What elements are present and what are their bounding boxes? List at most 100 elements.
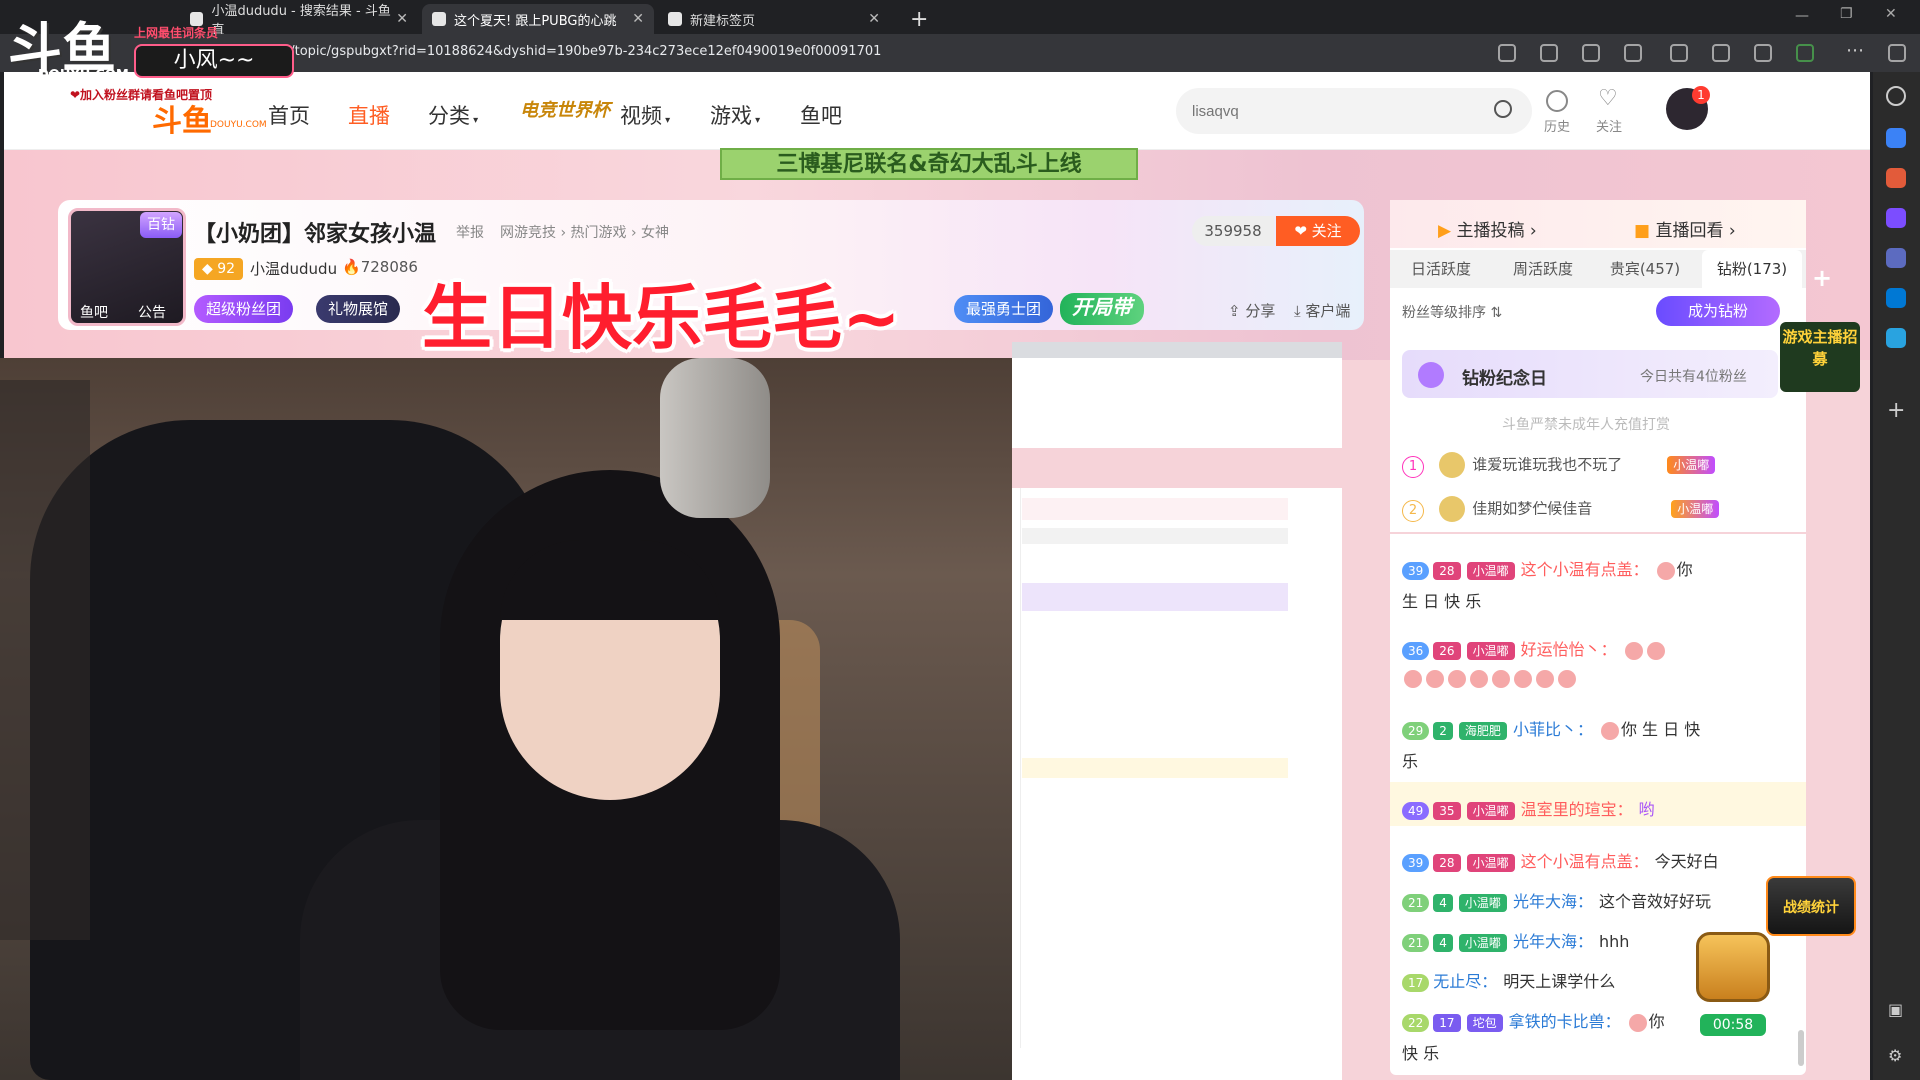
- settings-gear-icon[interactable]: ⚙: [1888, 1046, 1902, 1065]
- notice-link[interactable]: 公告: [138, 302, 166, 322]
- app-icon[interactable]: [1582, 44, 1600, 62]
- promo-banner[interactable]: 三博基尼联名&奇幻大乱斗上线: [720, 148, 1138, 180]
- close-icon[interactable]: ✕: [868, 11, 880, 27]
- expand-plus-icon[interactable]: +: [1812, 264, 1832, 292]
- read-aloud-icon[interactable]: [1540, 44, 1558, 62]
- copilot-icon[interactable]: [1886, 248, 1906, 268]
- crown-icon: [1439, 496, 1466, 522]
- overlay-top-text: 上网最佳词条员: [134, 26, 219, 40]
- browser-tab-pubg[interactable]: 这个夏天! 跟上PUBG的心跳 ✕: [422, 4, 654, 34]
- notification-badge: 1: [1692, 86, 1710, 104]
- collections-icon[interactable]: [1754, 44, 1772, 62]
- chat-message[interactable]: 17 无止尽： 明天上课学什么: [1402, 968, 1615, 992]
- browser-tab-newtab[interactable]: 新建标签页 ✕: [658, 4, 890, 34]
- tab-diamond-fans[interactable]: 钻粉(173): [1702, 250, 1802, 288]
- send-icon[interactable]: [1886, 328, 1906, 348]
- nav-home[interactable]: 首页: [268, 100, 310, 130]
- close-icon[interactable]: ✕: [632, 11, 644, 27]
- share-button[interactable]: ⇪ 分享: [1228, 300, 1275, 321]
- chat-message[interactable]: 39 28 小温嘟 这个小温有点盖：你: [1402, 556, 1693, 580]
- fan-level-sort[interactable]: 粉丝等级排序 ⇅: [1402, 302, 1502, 322]
- minimize-icon[interactable]: —: [1795, 8, 1809, 24]
- nav-fishbar[interactable]: 鱼吧: [800, 100, 842, 130]
- play-icon: ▶: [1438, 221, 1457, 241]
- live-replay-link[interactable]: ■ 直播回看 ›: [1634, 216, 1736, 241]
- nav-category[interactable]: 分类 ▾: [428, 100, 478, 130]
- become-diamond-fan-button[interactable]: 成为钻粉: [1656, 296, 1780, 326]
- super-fan-group-button[interactable]: 超级粉丝团: [194, 295, 294, 323]
- start-carry-badge[interactable]: 开局带: [1060, 293, 1144, 325]
- more-menu-icon[interactable]: ⋯: [1846, 40, 1864, 61]
- tag-icon[interactable]: [1886, 128, 1906, 148]
- streamer-name[interactable]: 小温dududu: [250, 258, 337, 279]
- warrior-team-button[interactable]: 最强勇士团: [954, 295, 1054, 323]
- fishbar-link[interactable]: 鱼吧: [80, 302, 108, 322]
- chat-scrollbar[interactable]: [1798, 1030, 1804, 1066]
- screenshot-icon[interactable]: ▣: [1888, 1000, 1903, 1019]
- nav-games[interactable]: 游戏 ▾: [710, 100, 760, 130]
- mirror-tabbar: [1012, 342, 1342, 358]
- tab-weekly-activity[interactable]: 周活跃度: [1498, 250, 1588, 288]
- favorite-star-icon[interactable]: [1624, 44, 1642, 62]
- url-field[interactable]: n/topic/gspubgxt?rid=10188624&dyshid=190…: [282, 44, 881, 59]
- viewer-count: 359958: [1192, 216, 1274, 246]
- nav-live[interactable]: 直播: [348, 100, 390, 130]
- window-close-icon[interactable]: ✕: [1885, 6, 1897, 22]
- anniversary-title: 钻粉纪念日: [1462, 369, 1547, 389]
- crown-icon: [1439, 452, 1466, 478]
- chat-emotes: [1402, 668, 1578, 688]
- video-microphone: [660, 358, 770, 518]
- history-icon[interactable]: [1546, 90, 1568, 112]
- hot-value: 🔥728086: [342, 258, 418, 276]
- battle-stats-button[interactable]: 战绩统计: [1766, 876, 1856, 936]
- heart-icon[interactable]: ♡: [1598, 86, 1618, 111]
- zoom-icon[interactable]: [1498, 44, 1516, 62]
- chat-message[interactable]: 22 17 坨包 拿铁的卡比兽：你: [1402, 1008, 1665, 1032]
- history-label[interactable]: 历史: [1544, 116, 1570, 135]
- chat-message[interactable]: 21 4 小温嘟 光年大海： hhh: [1402, 928, 1629, 952]
- room-category[interactable]: 网游竞技 › 热门游戏 › 女神: [500, 222, 669, 242]
- chat-message[interactable]: 29 2 海肥肥 小菲比丶：你 生 日 快: [1402, 716, 1700, 740]
- close-icon[interactable]: ✕: [396, 11, 408, 27]
- chat-message[interactable]: 39 28 小温嘟 这个小温有点盖： 今天好白: [1402, 848, 1719, 872]
- games-icon[interactable]: [1886, 208, 1906, 228]
- favorites-icon[interactable]: [1712, 44, 1730, 62]
- report-link[interactable]: 举报: [456, 222, 484, 242]
- streamer-recruit-badge[interactable]: 游戏主播招募: [1780, 322, 1860, 392]
- streamer-submit-link[interactable]: ▶ 主播投稿 ›: [1438, 216, 1537, 241]
- rank-row[interactable]: 1 谁爱玩谁玩我也不玩了 小温嘟: [1402, 452, 1721, 478]
- restore-icon[interactable]: ❐: [1840, 6, 1853, 22]
- level-badge: ◆ 92: [194, 258, 244, 280]
- overlay-logo-sub: DOUYU.COM: [38, 68, 129, 83]
- follow-label[interactable]: 关注: [1596, 116, 1622, 135]
- room-title: 【小奶团】邻家女孩小温: [194, 222, 437, 247]
- chat-message[interactable]: 36 26 小温嘟 好运怡怡丶：: [1402, 636, 1667, 660]
- search-icon[interactable]: [1494, 100, 1512, 118]
- diamond-badge: 百钻: [140, 212, 182, 238]
- search-icon[interactable]: [1886, 86, 1906, 106]
- follow-button[interactable]: ❤ 关注: [1276, 216, 1360, 246]
- esports-world-cup-badge[interactable]: 电竞世界杯: [520, 96, 610, 122]
- newtab-favicon-icon: [668, 12, 682, 26]
- rank-row[interactable]: 2 佳期如梦伫候佳音 小温嘟: [1402, 496, 1725, 522]
- split-screen-icon[interactable]: [1670, 44, 1688, 62]
- chat-message-cont: 乐: [1402, 752, 1419, 771]
- video-shelf: [0, 380, 90, 940]
- gift-hall-button[interactable]: 礼物展馆: [316, 295, 401, 323]
- shopping-icon[interactable]: [1886, 168, 1906, 188]
- client-download-button[interactable]: ⤓ 客户端: [1294, 300, 1350, 321]
- chat-message[interactable]: 49 35 小温嘟 温室里的瑄宝：哟: [1402, 796, 1655, 820]
- outlook-icon[interactable]: [1886, 288, 1906, 308]
- extension-icon[interactable]: [1796, 44, 1814, 62]
- treasure-chest-icon[interactable]: [1696, 932, 1770, 1002]
- search-box: [1176, 88, 1532, 134]
- sidebar-toggle-icon[interactable]: [1888, 44, 1906, 62]
- new-tab-button[interactable]: +: [900, 4, 940, 34]
- add-icon[interactable]: +: [1887, 398, 1905, 423]
- tab-daily-activity[interactable]: 日活跃度: [1396, 250, 1486, 288]
- replay-icon: ■: [1634, 221, 1656, 241]
- search-input[interactable]: [1192, 100, 1472, 122]
- chat-message[interactable]: 21 4 小温嘟 光年大海： 这个音效好好玩: [1402, 888, 1711, 912]
- nav-video[interactable]: 视频 ▾: [620, 100, 670, 130]
- tab-vip[interactable]: 贵宾(457): [1600, 250, 1690, 288]
